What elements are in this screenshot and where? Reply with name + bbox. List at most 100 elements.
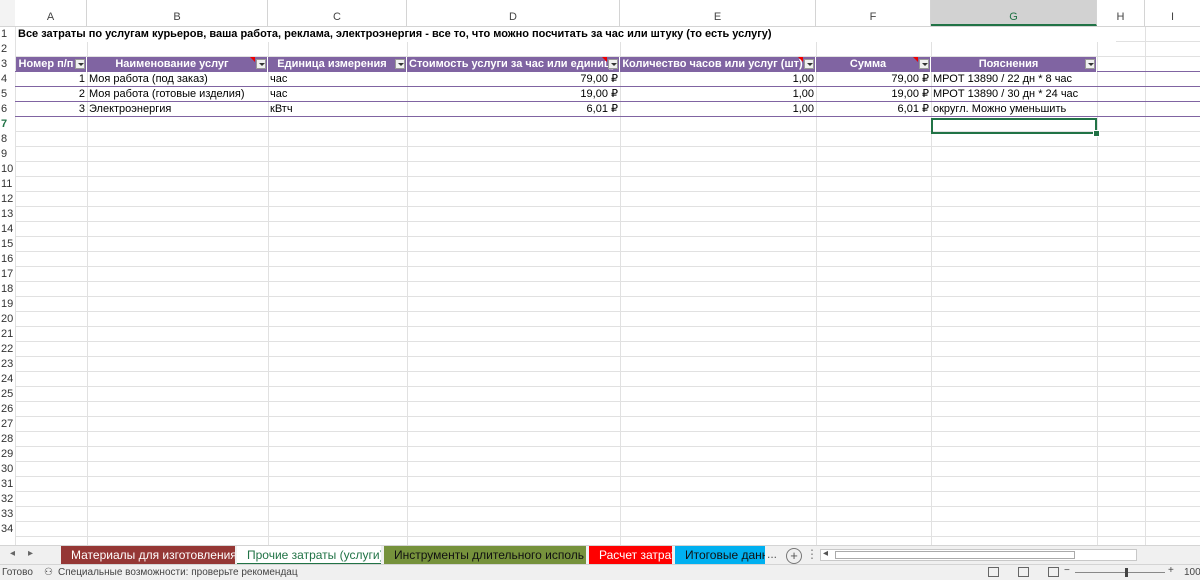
sheet-tab-summary[interactable]: Итоговые данн [675,546,765,565]
row-number[interactable]: 26 [0,402,15,417]
filter-dropdown-icon[interactable] [608,59,618,69]
column-header-i[interactable]: I [1145,0,1200,26]
cell-sum[interactable]: 19,00 ₽ [816,87,931,102]
cell-cost[interactable]: 19,00 ₽ [407,87,620,102]
header-cell-name[interactable]: Наименование услуг [87,57,268,72]
row-number[interactable]: 13 [0,207,15,222]
row-number[interactable]: 20 [0,312,15,327]
filter-dropdown-icon[interactable] [395,59,405,69]
column-header-d[interactable]: D [407,0,620,26]
sheet-tab-materials[interactable]: Материалы для изготовления [61,546,235,565]
accessibility-icon[interactable]: ⚇ [44,567,53,578]
page-layout-view-icon[interactable] [1018,567,1029,577]
accessibility-status[interactable]: Специальные возможности: проверьте реком… [58,567,298,578]
row-number[interactable]: 5 [0,87,15,102]
row-number[interactable]: 29 [0,447,15,462]
row-number[interactable]: 25 [0,387,15,402]
sheet-tab-other-costs[interactable]: Прочие затраты (услуги) [237,546,381,565]
zoom-in-icon[interactable]: + [1168,565,1174,576]
scroll-tabs-left-icon[interactable]: ◂ [10,548,15,559]
cell-quantity[interactable]: 1,00 [620,72,816,87]
row-number[interactable]: 24 [0,372,15,387]
row-number[interactable]: 34 [0,522,15,537]
column-header-a[interactable]: A [15,0,87,26]
row-number[interactable]: 1 [0,27,15,42]
active-cell-selection[interactable] [931,118,1097,134]
filter-dropdown-icon[interactable] [75,59,85,69]
header-cell-quantity[interactable]: Количество часов или услуг (шт) [620,57,816,72]
row-number[interactable]: 14 [0,222,15,237]
row-number[interactable]: 27 [0,417,15,432]
row-number[interactable]: 17 [0,267,15,282]
cell-sum[interactable]: 6,01 ₽ [816,102,931,117]
cell-cost[interactable]: 79,00 ₽ [407,72,620,87]
cell-notes[interactable]: округл. Можно уменьшить [931,102,1097,117]
row-number[interactable]: 19 [0,297,15,312]
tab-splitter-icon[interactable]: ⋮ [806,547,818,561]
cell-unit[interactable]: час [268,87,407,102]
cell-quantity[interactable]: 1,00 [620,87,816,102]
scroll-tabs-right-icon[interactable]: ▸ [28,548,33,559]
cell-service-name[interactable]: Электроэнергия [87,102,268,117]
page-break-view-icon[interactable] [1048,567,1059,577]
normal-view-icon[interactable] [988,567,999,577]
header-cell-sum[interactable]: Сумма [816,57,931,72]
column-header-b[interactable]: B [87,0,268,26]
row-number[interactable]: 9 [0,147,15,162]
sheet-title[interactable]: Все затраты по услугам курьеров, ваша ра… [16,27,1116,42]
row-number[interactable]: 32 [0,492,15,507]
cell-cost[interactable]: 6,01 ₽ [407,102,620,117]
row-number[interactable]: 31 [0,477,15,492]
column-header-e[interactable]: E [620,0,816,26]
cell-unit[interactable]: кВтч [268,102,407,117]
column-header-f[interactable]: F [816,0,931,26]
cell-service-name[interactable]: Моя работа (под заказ) [87,72,268,87]
row-number[interactable]: 28 [0,432,15,447]
column-header-c[interactable]: C [268,0,407,26]
more-tabs-ellipsis[interactable]: ... [767,547,777,561]
zoom-out-icon[interactable]: − [1064,565,1070,576]
header-cell-unit[interactable]: Единица измерения [268,57,407,72]
column-header-h[interactable]: H [1097,0,1145,26]
cell-notes[interactable]: МРОТ 13890 / 30 дн * 24 час [931,87,1097,102]
fill-handle[interactable] [1093,130,1100,137]
cell-unit[interactable]: час [268,72,407,87]
row-number[interactable]: 16 [0,252,15,267]
row-number[interactable]: 21 [0,327,15,342]
cell-quantity[interactable]: 1,00 [620,102,816,117]
cell-service-name[interactable]: Моя работа (готовые изделия) [87,87,268,102]
zoom-slider-thumb[interactable] [1125,568,1128,577]
sheet-tab-tools[interactable]: Инструменты длительного исполь [384,546,586,565]
row-number[interactable]: 23 [0,357,15,372]
zoom-level[interactable]: 100 [1184,567,1200,578]
header-cell-number[interactable]: Номер п/п [16,57,87,72]
header-cell-cost[interactable]: Стоимость услуги за час или единицу [407,57,620,72]
scroll-left-icon[interactable]: ◂ [823,548,828,559]
row-number[interactable]: 30 [0,462,15,477]
row-number[interactable]: 8 [0,132,15,147]
filter-dropdown-icon[interactable] [919,59,929,69]
scrollbar-thumb[interactable] [835,551,1075,559]
cell-number[interactable]: 3 [16,102,87,117]
cell-number[interactable]: 2 [16,87,87,102]
filter-dropdown-icon[interactable] [1085,59,1095,69]
cell-number[interactable]: 1 [16,72,87,87]
row-number[interactable]: 10 [0,162,15,177]
add-sheet-icon[interactable]: + [786,548,802,564]
header-cell-notes[interactable]: Пояснения [931,57,1097,72]
zoom-slider[interactable] [1075,572,1165,573]
cell-notes[interactable]: МРОТ 13890 / 22 дн * 8 час [931,72,1097,87]
row-number[interactable]: 2 [0,42,15,57]
row-number[interactable]: 11 [0,177,15,192]
row-number[interactable]: 7 [0,117,15,132]
row-number[interactable]: 3 [0,57,15,72]
column-header-g[interactable]: G [931,0,1097,26]
row-number[interactable]: 12 [0,192,15,207]
row-number[interactable]: 18 [0,282,15,297]
cell-sum[interactable]: 79,00 ₽ [816,72,931,87]
row-number[interactable]: 22 [0,342,15,357]
sheet-tab-cost-calculation[interactable]: Расчет затрат [589,546,672,565]
row-number[interactable]: 4 [0,72,15,87]
row-number[interactable]: 15 [0,237,15,252]
row-number[interactable]: 6 [0,102,15,117]
